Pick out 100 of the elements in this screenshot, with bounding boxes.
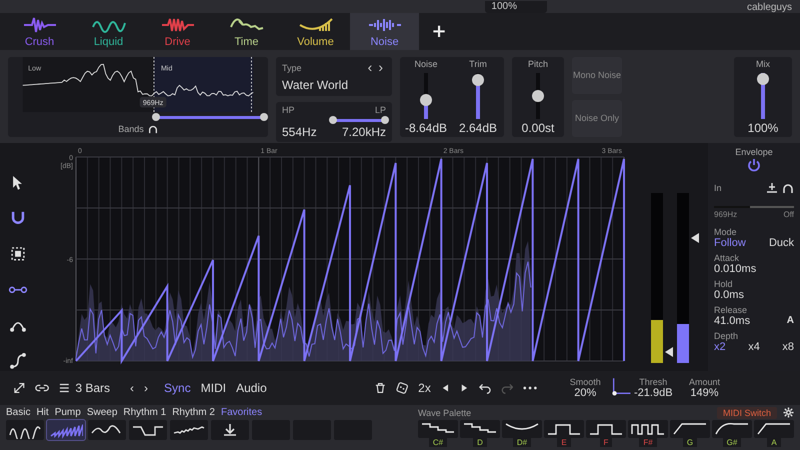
parameter-value[interactable]: 0.0ms bbox=[714, 288, 744, 301]
depth-option[interactable]: x2 bbox=[714, 340, 726, 353]
previous-button[interactable]: ‹ bbox=[364, 60, 376, 73]
wave-palette-key[interactable] bbox=[670, 420, 710, 438]
wave-palette-label: Wave Palette bbox=[418, 408, 472, 418]
preset-slot[interactable] bbox=[170, 420, 208, 440]
next-button[interactable]: › bbox=[375, 60, 386, 73]
threshold-value[interactable]: -21.9dB bbox=[634, 386, 673, 399]
vertical-slider[interactable] bbox=[532, 72, 544, 119]
smooth-value[interactable]: 20% bbox=[574, 386, 596, 399]
dice-icon[interactable] bbox=[396, 380, 408, 395]
effect-tab[interactable]: Time bbox=[212, 13, 281, 50]
trash-icon[interactable] bbox=[375, 382, 386, 394]
toggle-button[interactable]: Noise Only bbox=[572, 100, 622, 137]
wave-shape-icon bbox=[631, 422, 665, 435]
sync-mode-option[interactable]: MIDI bbox=[200, 380, 226, 395]
s-curve-tool-icon[interactable] bbox=[8, 350, 28, 371]
input-label: In bbox=[714, 182, 722, 193]
length-value[interactable]: 3 Bars bbox=[75, 380, 110, 395]
preset-category-tab[interactable]: Favorites bbox=[220, 406, 262, 418]
wave-palette-key[interactable] bbox=[712, 420, 752, 438]
type-label: Type bbox=[282, 62, 302, 73]
hp-label: HP bbox=[282, 104, 295, 115]
sync-mode-option[interactable]: Sync bbox=[164, 380, 191, 395]
sync-mode-option[interactable]: Audio bbox=[236, 380, 267, 395]
parameter-label: Attack bbox=[714, 252, 740, 263]
parameter-value[interactable]: 41.0ms bbox=[714, 314, 750, 327]
vertical-slider[interactable] bbox=[472, 72, 484, 119]
power-button[interactable] bbox=[747, 158, 761, 172]
mode-option[interactable]: Follow bbox=[714, 236, 746, 249]
speed-button[interactable]: 2x bbox=[418, 380, 431, 395]
mix-slider[interactable] bbox=[757, 72, 769, 119]
wave-palette-key[interactable] bbox=[460, 420, 500, 438]
more-icon[interactable] bbox=[523, 386, 538, 390]
preset-category-tab[interactable]: Sweep bbox=[86, 406, 118, 418]
mix-label: Mix bbox=[756, 58, 770, 71]
auto-button[interactable]: A bbox=[786, 315, 794, 326]
sawtooth-envelope-curve[interactable] bbox=[75, 158, 625, 364]
frequency-range-slider[interactable] bbox=[714, 206, 794, 208]
parameter-value[interactable]: 0.010ms bbox=[714, 262, 756, 275]
list-icon[interactable] bbox=[58, 382, 70, 394]
wave-palette-key[interactable] bbox=[628, 420, 668, 438]
preset-slot[interactable] bbox=[6, 420, 44, 440]
amount-value[interactable]: 149% bbox=[690, 386, 719, 399]
wave-palette-key[interactable] bbox=[502, 420, 542, 438]
preset-category-tab[interactable]: Hit bbox=[36, 406, 49, 418]
depth-label: Depth bbox=[714, 330, 740, 341]
mix-value: 100% bbox=[748, 120, 778, 135]
download-icon bbox=[223, 422, 237, 437]
preset-slot[interactable] bbox=[211, 420, 249, 440]
wave-palette-key[interactable] bbox=[418, 420, 458, 438]
low-frequency-value: 969Hz bbox=[714, 210, 738, 219]
effect-tab[interactable]: Crush bbox=[5, 13, 74, 50]
wave-shape-icon bbox=[589, 422, 623, 435]
preset-category-tab[interactable]: Basic bbox=[6, 406, 30, 418]
slider-value[interactable]: 2.64dB bbox=[458, 120, 498, 135]
wave-palette-key[interactable] bbox=[544, 420, 584, 438]
headphones-icon[interactable] bbox=[782, 182, 794, 194]
zoom-dropdown[interactable]: 100% bbox=[485, 1, 547, 14]
slider-value[interactable]: 0.00st bbox=[522, 120, 554, 135]
amount-marker-icon[interactable] bbox=[691, 232, 699, 243]
preset-category-tab[interactable]: Rhythm 2 bbox=[172, 406, 215, 418]
undo-icon[interactable] bbox=[478, 382, 491, 394]
parameter-label: Release bbox=[714, 304, 748, 315]
waveform-icon bbox=[22, 14, 58, 35]
play-left-icon[interactable] bbox=[440, 382, 450, 393]
preset-slot[interactable] bbox=[88, 420, 126, 440]
effect-tab[interactable]: Noise bbox=[350, 13, 419, 50]
effect-tab[interactable]: Drive bbox=[143, 13, 212, 50]
next-button[interactable]: › bbox=[144, 380, 148, 395]
high-frequency-value: Off bbox=[783, 210, 794, 219]
slider-value[interactable]: -8.64dB bbox=[404, 120, 448, 135]
threshold-marker-icon[interactable] bbox=[665, 346, 673, 357]
wave-palette-key[interactable] bbox=[754, 420, 794, 438]
previous-button[interactable]: ‹ bbox=[130, 380, 134, 395]
preset-category-tab[interactable]: Pump bbox=[54, 406, 81, 418]
preset-slot[interactable] bbox=[129, 420, 167, 440]
depth-option[interactable]: x8 bbox=[782, 340, 794, 353]
add-tab-button[interactable]: + bbox=[424, 13, 454, 50]
mode-label: Mode bbox=[714, 226, 738, 237]
expand-icon[interactable] bbox=[14, 382, 25, 394]
vertical-slider[interactable] bbox=[420, 72, 432, 119]
effect-tab[interactable]: Liquid bbox=[74, 13, 143, 50]
mode-option[interactable]: Duck bbox=[768, 236, 794, 249]
slider-label: Noise bbox=[414, 58, 438, 71]
toggle-button[interactable]: Mono Noise bbox=[572, 56, 622, 94]
midi-switch-button[interactable]: MIDI Switch bbox=[716, 406, 777, 419]
play-right-icon[interactable] bbox=[460, 382, 469, 393]
link-icon[interactable] bbox=[34, 382, 49, 394]
wave-shape-icon bbox=[757, 422, 791, 435]
brand-name: cableguys bbox=[746, 2, 792, 14]
headphones-icon[interactable] bbox=[148, 124, 158, 134]
wave-palette-key[interactable] bbox=[586, 420, 626, 438]
effect-tab[interactable]: Volume bbox=[281, 13, 350, 50]
depth-option[interactable]: x4 bbox=[748, 340, 760, 353]
bands-label: Bands bbox=[118, 124, 144, 134]
settings-icon[interactable] bbox=[783, 407, 794, 418]
wave-shape-icon bbox=[715, 422, 749, 435]
smooth-label: Smooth bbox=[570, 376, 601, 387]
preset-category-tab[interactable]: Rhythm 1 bbox=[123, 406, 166, 418]
